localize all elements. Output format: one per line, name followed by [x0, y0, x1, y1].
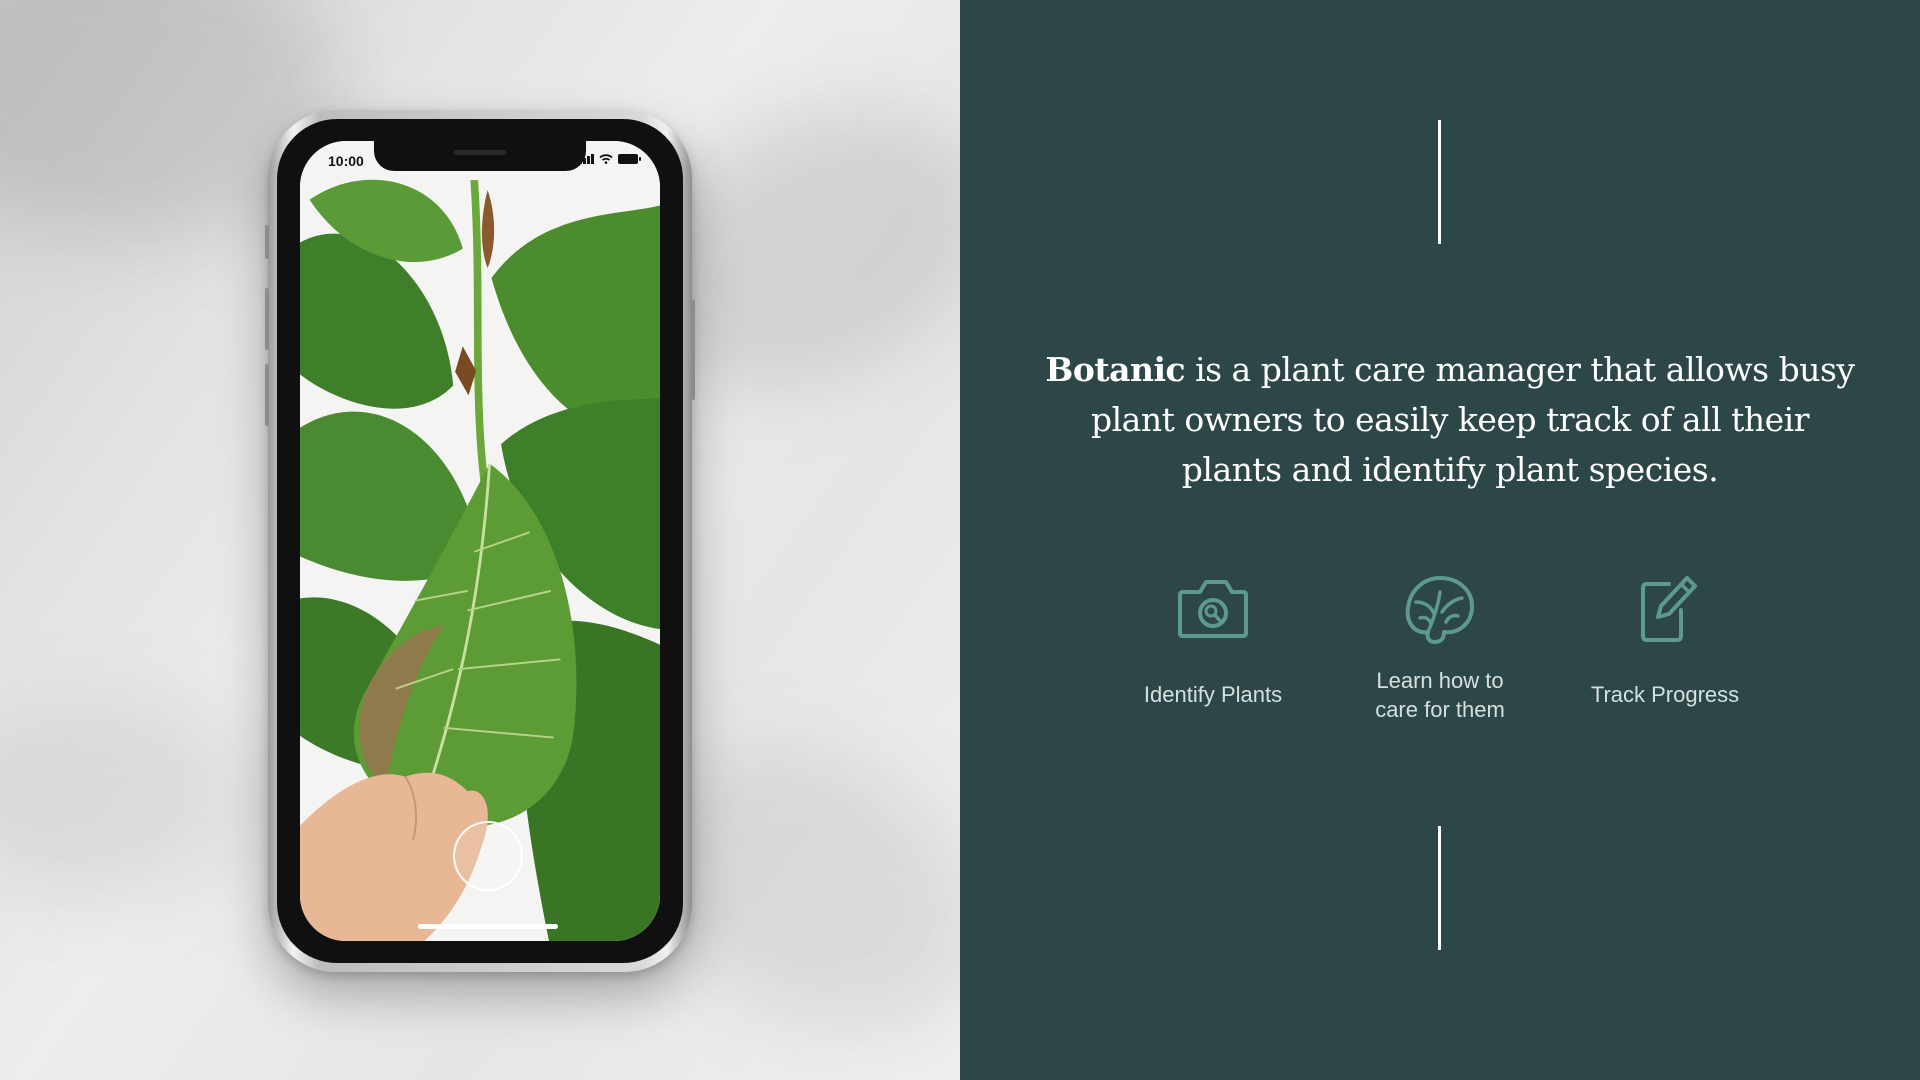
- phone-notch: [374, 141, 586, 171]
- top-divider-line: [1438, 120, 1441, 244]
- feature-care-guide: Learn how to care for them: [1325, 572, 1555, 724]
- wall-shadow: [0, 700, 260, 900]
- cellular-signal-icon: [579, 154, 594, 164]
- home-indicator[interactable]: [418, 924, 558, 929]
- phone-bezel: 10:00: [277, 119, 683, 963]
- phone-screen: 10:00: [300, 141, 660, 941]
- feature-track-progress: Track Progress: [1550, 572, 1780, 709]
- phone-side-button: [265, 364, 269, 426]
- phone-side-button: [691, 300, 695, 400]
- edit-note-icon: [1641, 576, 1697, 642]
- phone-side-button: [265, 225, 269, 259]
- brand-name: Botanic: [1045, 350, 1186, 389]
- battery-icon: [618, 154, 641, 164]
- bottom-divider-line: [1438, 826, 1441, 950]
- wifi-icon: [599, 154, 613, 164]
- leaf-icon: [1405, 576, 1474, 644]
- phone-speaker: [454, 150, 506, 155]
- feature-label: Identify Plants: [1143, 682, 1283, 707]
- phone-mockup: 10:00: [265, 110, 695, 972]
- camera-search-icon: [1178, 580, 1248, 638]
- feature-label: Track Progress: [1590, 682, 1740, 707]
- description-text: is a plant care manager that allows busy…: [1090, 350, 1855, 489]
- status-bar-time: 10:00: [328, 153, 364, 169]
- status-bar-icons: [579, 154, 641, 164]
- product-description: Botanic is a plant care manager that all…: [1040, 345, 1860, 495]
- hero-photo-panel: 10:00: [0, 0, 960, 1080]
- feature-identify-plants: Identify Plants: [1098, 572, 1328, 709]
- camera-shutter-button[interactable]: [453, 821, 523, 891]
- phone-side-button: [265, 288, 269, 350]
- feature-label: Learn how to care for them: [1375, 668, 1505, 722]
- info-panel: Botanic is a plant care manager that all…: [960, 0, 1920, 1080]
